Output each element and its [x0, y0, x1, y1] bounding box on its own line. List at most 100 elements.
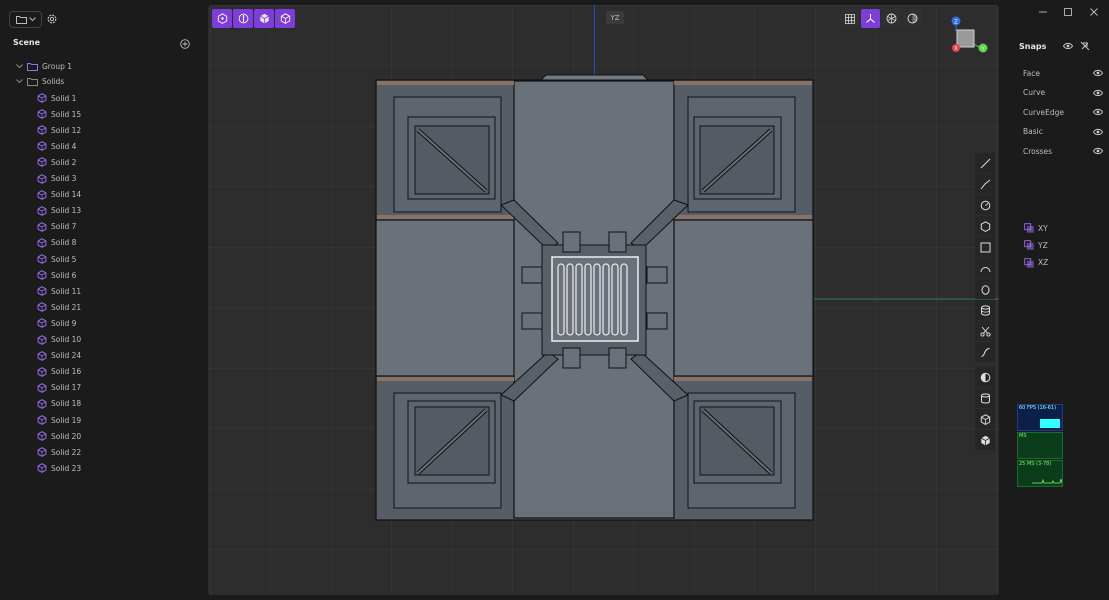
boolean-tool-button[interactable]: [975, 367, 995, 387]
tree-item-solid[interactable]: Solid 16: [0, 364, 207, 380]
rectangle-tool-button[interactable]: [975, 237, 995, 257]
add-icon[interactable]: [180, 39, 190, 49]
mode-button-3[interactable]: [254, 9, 274, 28]
tree-item-solid[interactable]: Solid 19: [0, 412, 207, 428]
circle-tool-button[interactable]: [975, 195, 995, 215]
tree-item-label: Solid 16: [51, 367, 82, 377]
tree-item-solid[interactable]: Solid 24: [0, 348, 207, 364]
cube-icon: [37, 157, 47, 168]
tree-item-solid[interactable]: Solid 23: [0, 460, 207, 476]
cylinder-tool-button[interactable]: [975, 300, 995, 320]
snap-item[interactable]: Basic: [1023, 126, 1103, 138]
maximize-icon[interactable]: [1063, 7, 1073, 17]
tree-item-solid[interactable]: Solid 12: [0, 122, 207, 138]
gizmo-z-label: Z: [954, 20, 958, 26]
chevron-down-icon[interactable]: [16, 63, 23, 69]
tree-item-label: Solid 23: [51, 463, 82, 473]
tree-item-group[interactable]: Group 1: [0, 58, 207, 74]
mode-button-2[interactable]: [233, 9, 253, 28]
mode-button-1[interactable]: [212, 9, 232, 28]
cube-icon: [37, 238, 47, 248]
face-icon: [259, 13, 269, 24]
ellipse-tool-button[interactable]: [975, 279, 995, 299]
plane-item[interactable]: XZ: [1024, 257, 1048, 269]
grid-toggle-button[interactable]: [840, 9, 859, 28]
shading-mode-button[interactable]: [903, 9, 922, 28]
tree-item-solid[interactable]: Solid 5: [0, 251, 207, 267]
snap-item[interactable]: Crosses: [1023, 145, 1103, 157]
arc-tool-button[interactable]: [975, 258, 995, 278]
mode-button-4[interactable]: [275, 9, 295, 28]
file-menu-button[interactable]: [9, 11, 42, 28]
tree-item-solid[interactable]: Solid 9: [0, 315, 207, 331]
viewport-canvas[interactable]: Z X Y: [208, 5, 999, 595]
axes-toggle-button[interactable]: [861, 9, 880, 28]
tree-item-solid[interactable]: Solid 15: [0, 106, 207, 122]
polygon-tool-button[interactable]: [975, 216, 995, 236]
tree-item-solid[interactable]: Solid 3: [0, 171, 207, 187]
eye-icon[interactable]: [1093, 69, 1103, 77]
tree-item-solid[interactable]: Solid 17: [0, 380, 207, 396]
tree-item-label: Solid 14: [51, 190, 82, 200]
tree-item-label: Solid 7: [51, 222, 77, 232]
3d-viewport[interactable]: Z X Y YZ: [208, 5, 999, 595]
eye-icon[interactable]: [1063, 42, 1073, 50]
snap-item-label: Face: [1023, 68, 1040, 78]
tree-item-solid[interactable]: Solid 6: [0, 267, 207, 283]
model-object[interactable]: [375, 74, 814, 521]
tree-item-solids[interactable]: Solids: [0, 73, 207, 89]
mem-graph: 25 MS (3-78): [1017, 460, 1063, 487]
gizmo-x-label: X: [954, 46, 958, 52]
tree-item-solid[interactable]: Solid 4: [0, 138, 207, 154]
scissors-icon: [979, 326, 991, 337]
minimize-icon[interactable]: [1038, 7, 1048, 17]
cube-icon: [37, 302, 47, 313]
mem-label: 25 MS (3-78): [1019, 461, 1052, 467]
snap-item-label: CurveEdge: [1023, 107, 1065, 117]
snap-off-icon[interactable]: [1080, 41, 1090, 51]
render-mode-button[interactable]: [882, 9, 901, 28]
tree-item-solid[interactable]: Solid 1: [0, 90, 207, 106]
circle-icon: [980, 200, 990, 210]
curve-tool-button[interactable]: [975, 342, 995, 362]
snap-item[interactable]: Curve: [1023, 87, 1103, 99]
tree-item-solid[interactable]: Solid 11: [0, 283, 207, 299]
snap-item-label: Curve: [1023, 88, 1046, 98]
snap-item[interactable]: Face: [1023, 67, 1103, 79]
box-tool-button[interactable]: [975, 409, 995, 429]
tree-item-solid[interactable]: Solid 8: [0, 235, 207, 251]
cut-tool-button[interactable]: [975, 321, 995, 341]
plane-item[interactable]: XY: [1024, 222, 1048, 234]
eye-icon[interactable]: [1093, 147, 1103, 155]
polyline-tool-button[interactable]: [975, 174, 995, 194]
tree-item-solid[interactable]: Solid 14: [0, 187, 207, 203]
tree-item-solid[interactable]: Solid 7: [0, 219, 207, 235]
tree-item-solid[interactable]: Solid 20: [0, 428, 207, 444]
cube-icon: [37, 109, 47, 119]
tree-item-solid[interactable]: Solid 21: [0, 299, 207, 315]
modeling-toolbar: [975, 153, 995, 451]
tree-item-label: Solid 11: [51, 286, 82, 296]
line-tool-button[interactable]: [975, 153, 995, 173]
line-icon: [980, 158, 990, 168]
snap-item-label: Crosses: [1023, 146, 1053, 156]
grid-icon: [844, 13, 855, 24]
eye-icon[interactable]: [1093, 89, 1103, 97]
folder-icon: [15, 16, 27, 24]
gear-icon[interactable]: [46, 13, 58, 25]
tree-item-solid[interactable]: Solid 18: [0, 396, 207, 412]
eye-icon[interactable]: [1093, 108, 1103, 116]
extrude-tool-button[interactable]: [975, 388, 995, 408]
hexagon-icon: [217, 13, 227, 24]
chevron-down-icon[interactable]: [16, 78, 23, 84]
snap-item[interactable]: CurveEdge: [1023, 106, 1103, 118]
tree-item-label: Solid 24: [51, 351, 82, 361]
tree-item-solid[interactable]: Solid 13: [0, 203, 207, 219]
tree-item-solid[interactable]: Solid 2: [0, 154, 207, 170]
plane-item[interactable]: YZ: [1024, 239, 1048, 251]
close-icon[interactable]: [1089, 7, 1099, 17]
tree-item-solid[interactable]: Solid 10: [0, 332, 207, 348]
eye-icon[interactable]: [1093, 128, 1103, 136]
tree-item-solid[interactable]: Solid 22: [0, 444, 207, 460]
solid-tool-button[interactable]: [975, 430, 995, 450]
